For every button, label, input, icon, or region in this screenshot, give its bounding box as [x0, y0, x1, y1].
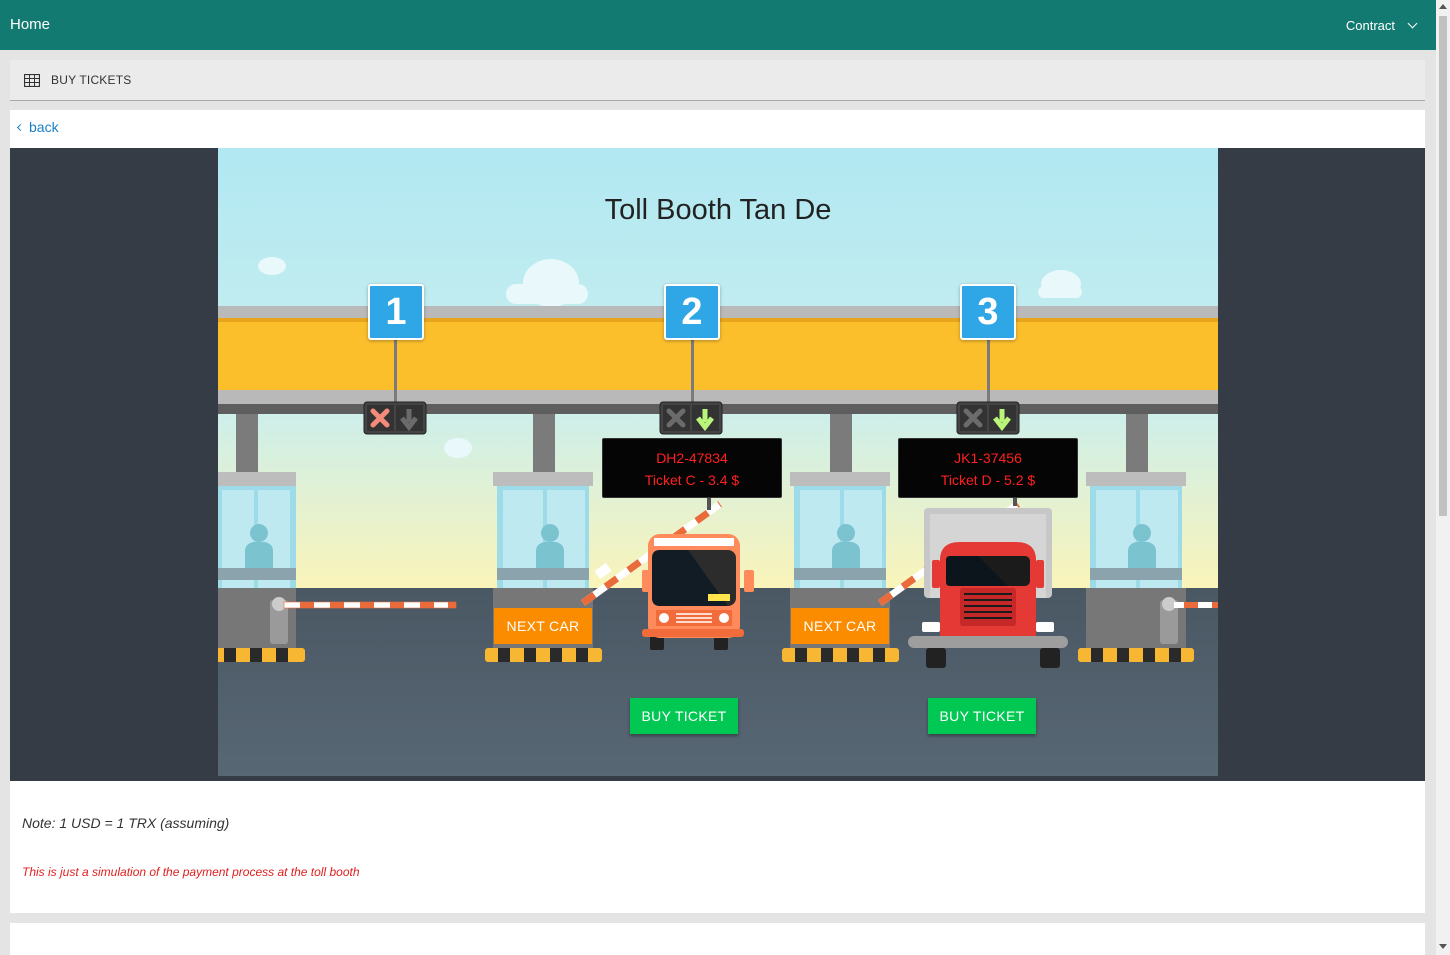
- scene-title: Toll Booth Tan De: [604, 194, 832, 226]
- ticket-display-lane-2: DH2-47834 Ticket C - 3.4 $: [602, 438, 782, 498]
- chevron-left-icon: [16, 123, 25, 131]
- scrollbar-thumb[interactable]: [1439, 16, 1447, 516]
- chevron-down-icon: [1407, 18, 1418, 29]
- lane-number-1: 1: [368, 284, 424, 340]
- truck-vehicle: [908, 508, 1068, 668]
- top-navbar: Home Contract: [0, 0, 1436, 50]
- table-grid-icon: [24, 74, 40, 87]
- ticket-info: Ticket C - 3.4 $: [644, 472, 740, 488]
- exchange-note: Note: 1 USD = 1 TRX (assuming): [22, 815, 230, 831]
- toll-stage: Toll Booth Tan De 1 2 3 DH2-47834 Ticket…: [10, 148, 1425, 781]
- vertical-scrollbar[interactable]: [1436, 0, 1450, 955]
- contract-label: Contract: [1345, 18, 1395, 33]
- back-bar: back: [10, 110, 1425, 148]
- plate-number: JK1-37456: [954, 450, 1022, 466]
- back-label: back: [29, 119, 59, 135]
- page-title: BUY TICKETS: [51, 73, 132, 87]
- lane-number-2: 2: [664, 284, 720, 340]
- scroll-up-arrow-icon[interactable]: [1439, 4, 1447, 9]
- buy-ticket-button-lane-2[interactable]: BUY TICKET: [630, 698, 738, 734]
- note-panel: Note: 1 USD = 1 TRX (assuming) This is j…: [10, 781, 1425, 913]
- back-link[interactable]: back: [16, 119, 59, 135]
- toll-scene: Toll Booth Tan De 1 2 3 DH2-47834 Ticket…: [218, 148, 1218, 776]
- next-car-button-lane-2[interactable]: NEXT CAR: [494, 608, 592, 644]
- bus-vehicle: [642, 534, 754, 650]
- scroll-down-arrow-icon[interactable]: [1439, 944, 1447, 949]
- plate-number: DH2-47834: [656, 450, 728, 466]
- page-header: BUY TICKETS: [10, 60, 1425, 101]
- buy-ticket-button-lane-3[interactable]: BUY TICKET: [928, 698, 1036, 734]
- simulation-disclaimer: This is just a simulation of the payment…: [22, 865, 360, 879]
- bottom-panel: [10, 923, 1425, 955]
- lane-number-3: 3: [960, 284, 1016, 340]
- ticket-info: Ticket D - 5.2 $: [940, 472, 1036, 488]
- next-car-button-lane-3[interactable]: NEXT CAR: [791, 608, 889, 644]
- ticket-display-lane-3: JK1-37456 Ticket D - 5.2 $: [898, 438, 1078, 498]
- contract-dropdown[interactable]: Contract: [1345, 18, 1418, 33]
- home-link[interactable]: Home: [10, 16, 50, 33]
